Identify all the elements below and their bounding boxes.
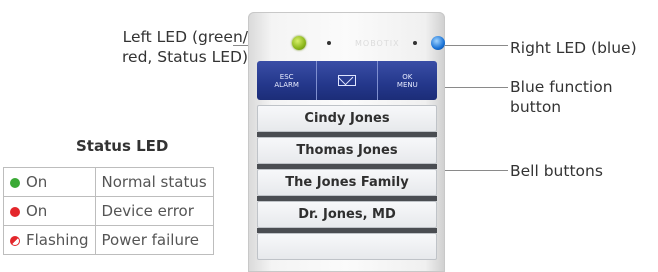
bell-buttons-label: Bell buttons: [510, 162, 603, 180]
status-meaning-cell: Device error: [94, 196, 214, 226]
left-led-label: Left LED (green/ red, Status LED): [122, 28, 248, 66]
status-state-cell: Flashing: [3, 225, 96, 255]
table-row: Flashing Power failure: [3, 225, 214, 255]
flashing-red-dot-icon: [10, 236, 20, 246]
blue-function-button-bar: ESC ALARM OK MENU: [257, 61, 437, 100]
device-brand-mark: MOBOTIX: [355, 39, 400, 48]
status-led-title: Status LED: [76, 137, 169, 155]
bell-button[interactable]: The Jones Family: [257, 169, 437, 196]
right-led-label: Right LED (blue): [510, 39, 637, 57]
right-led-leader-line: [438, 45, 508, 46]
status-state-cell: On: [3, 167, 96, 197]
esc-alarm-button[interactable]: ESC ALARM: [257, 61, 316, 100]
blue-function-leader-line: [438, 87, 508, 88]
left-status-led: [292, 36, 306, 50]
status-meaning-cell: Normal status: [94, 167, 214, 197]
table-row: On Device error: [3, 196, 214, 226]
bell-buttons-leader-line: [438, 170, 508, 171]
status-led-table: On Normal status On Device error Flashin…: [3, 167, 214, 255]
bell-button[interactable]: Dr. Jones, MD: [257, 201, 437, 228]
status-state-cell: On: [3, 196, 96, 226]
table-row: On Normal status: [3, 167, 214, 197]
doorbell-device: MOBOTIX ESC ALARM OK MENU Cindy Jones Th…: [248, 12, 445, 272]
status-meaning-cell: Power failure: [94, 225, 214, 255]
bell-button[interactable]: Cindy Jones: [257, 105, 437, 132]
red-dot-icon: [10, 207, 20, 217]
envelope-icon: [337, 75, 356, 86]
status-state-text: On: [26, 173, 48, 191]
right-blue-led: [431, 36, 445, 50]
message-button[interactable]: [316, 61, 376, 100]
status-state-text: Flashing: [26, 231, 89, 249]
green-dot-icon: [10, 178, 20, 188]
ok-menu-button[interactable]: OK MENU: [376, 61, 437, 100]
screw-dot: [327, 41, 331, 45]
blue-function-button-label: Blue function button: [510, 78, 613, 116]
bell-button[interactable]: Thomas Jones: [257, 137, 437, 164]
screw-dot: [413, 41, 417, 45]
status-state-text: On: [26, 202, 48, 220]
